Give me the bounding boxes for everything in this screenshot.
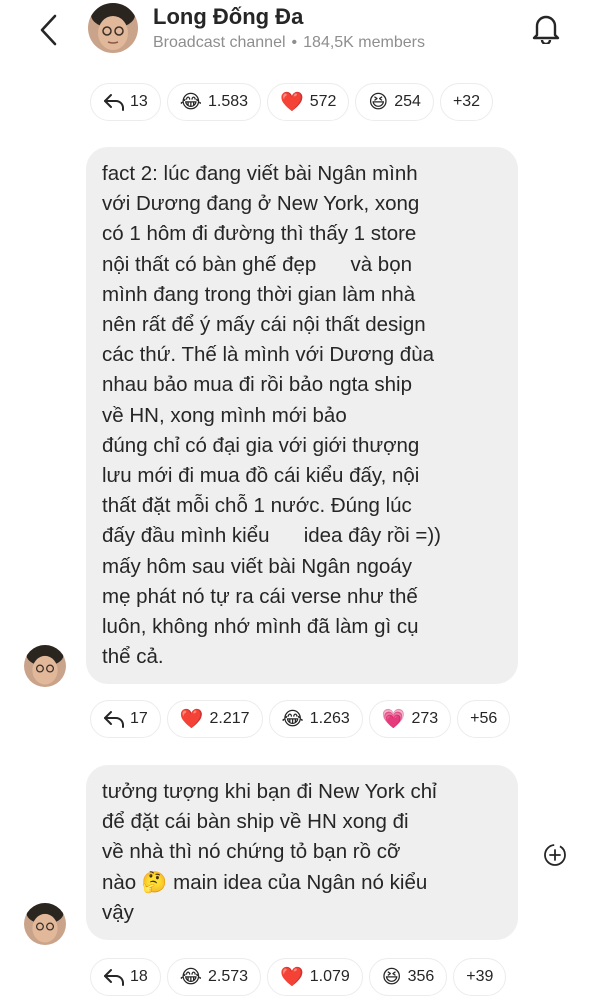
message-bubble[interactable]: tưởng tượng khi bạn đi New York chỉ để đ… [86, 765, 518, 941]
laughing-tears-icon: 😂 [179, 91, 202, 113]
channel-name[interactable]: Long Đống Đa [153, 4, 303, 30]
reaction-row-top: 13 😂 1.583 ❤️ 572 😆 254 +32 [90, 83, 494, 121]
sender-avatar[interactable] [24, 645, 66, 687]
reaction-pill[interactable]: ❤️ 1.079 [267, 958, 363, 996]
reaction-pill[interactable]: 😂 2.573 [166, 958, 262, 996]
reaction-pill[interactable]: 😂 1.263 [268, 700, 363, 738]
red-heart-icon: ❤️ [179, 708, 204, 730]
sender-avatar[interactable] [24, 903, 66, 945]
more-reactions-count: +39 [466, 968, 494, 985]
message-line: lưu mới đi mua đồ cái kiểu đấy, nội [102, 464, 420, 488]
message-line: thể cả. [102, 645, 164, 669]
message-line: nội thất có bàn ghế đẹp và bọn [102, 252, 413, 276]
message-line: nào 🤔 main idea của Ngân nó kiểu [102, 870, 428, 894]
reaction-pill[interactable]: 😂 1.583 [166, 83, 262, 121]
message-line: về nhà thì nó chứng tỏ bạn rồ cỡ [102, 840, 401, 864]
reaction-count: 1.583 [208, 93, 249, 110]
message-line: thất đặt mỗi chỗ 1 nước. Đúng lúc [102, 494, 412, 518]
reply-count: 17 [130, 710, 148, 727]
reaction-pill[interactable]: ❤️ 572 [267, 83, 350, 121]
reply-count-pill[interactable]: 17 [90, 700, 161, 738]
grinning-squint-icon: 😆 [368, 91, 389, 113]
channel-header: Long Đống Đa Broadcast channel • 184,5K me… [0, 0, 589, 72]
more-reactions-count: +32 [452, 93, 481, 110]
message-line: nên rất để ý mấy cái nội thất design [102, 313, 426, 337]
message-line: vậy [102, 900, 134, 924]
red-heart-icon: ❤️ [280, 966, 304, 988]
reply-arrow-icon [104, 969, 124, 986]
message-line: có 1 hôm đi đường thì thấy 1 store [102, 222, 417, 246]
more-reactions-pill[interactable]: +32 [439, 83, 494, 121]
pink-heart-icon: 💗 [381, 708, 406, 730]
message-line: về HN, xong mình mới bảo [102, 403, 347, 427]
reply-count: 18 [130, 968, 148, 985]
reaction-pill[interactable]: 😆 254 [355, 83, 434, 121]
add-reaction-button[interactable] [540, 840, 570, 870]
notifications-button[interactable] [528, 10, 564, 46]
message-line: mình đang trong thời gian làm nhà [102, 282, 416, 306]
message-line: với Dương đang ở New York, xong [102, 192, 420, 216]
reaction-row-message-2: 18 😂 2.573 ❤️ 1.079 😆 356 +39 [90, 958, 507, 996]
reaction-count: 1.263 [309, 710, 350, 727]
channel-avatar[interactable] [88, 3, 138, 53]
meta-separator: • [291, 34, 298, 51]
reaction-count: 1.079 [309, 968, 350, 985]
message-line: mẹ phát nó tự ra cái verse như thế [102, 584, 418, 608]
back-button[interactable] [30, 10, 66, 50]
reaction-pill[interactable]: 😆 356 [368, 958, 448, 996]
reaction-count: 2.573 [208, 968, 249, 985]
reaction-count: 356 [407, 968, 435, 985]
red-heart-icon: ❤️ [280, 91, 304, 113]
more-reactions-pill[interactable]: +39 [453, 958, 507, 996]
message-line: nhau bảo mua đi rồi bảo ngta ship [102, 373, 413, 397]
more-reactions-pill[interactable]: +56 [457, 700, 511, 738]
message-line: để đặt cái bàn ship về HN xong đi [102, 810, 409, 834]
message-line: tưởng tượng khi bạn đi New York chỉ [102, 780, 437, 803]
reaction-pill[interactable]: ❤️ 2.217 [166, 700, 263, 738]
message-line: fact 2: lúc đang viết bài Ngân mình [102, 162, 418, 185]
message-line: các thứ. Thế là mình với Dương đùa [102, 343, 434, 367]
add-reaction-icon [544, 844, 566, 866]
message-bubble[interactable]: fact 2: lúc đang viết bài Ngân mình với … [86, 147, 518, 685]
reaction-count: 254 [394, 93, 421, 110]
more-reactions-count: +56 [470, 710, 498, 727]
message-line: đấy đầu mình kiểu idea đây rồi =)) [102, 524, 442, 548]
channel-type: Broadcast channel [153, 34, 286, 51]
laughing-tears-icon: 😂 [281, 708, 304, 730]
reply-count-pill[interactable]: 13 [90, 83, 161, 121]
message-line: mấy hôm sau viết bài Ngân ngoáy [102, 554, 412, 578]
bell-icon [532, 15, 560, 44]
grinning-squint-icon: 😆 [381, 966, 402, 988]
message-line: luôn, không nhớ mình đã làm gì cụ [102, 615, 419, 639]
reaction-count: 273 [411, 710, 439, 727]
reply-arrow-icon [104, 711, 124, 728]
reaction-count: 2.217 [209, 710, 250, 727]
chevron-left-icon [40, 14, 57, 46]
reaction-pill[interactable]: 💗 273 [368, 700, 452, 738]
laughing-tears-icon: 😂 [179, 966, 202, 988]
message-line: đúng chỉ có đại gia với giới thượng [102, 433, 420, 457]
reply-count-pill[interactable]: 18 [90, 958, 161, 996]
reply-arrow-icon [104, 94, 124, 111]
channel-meta: Broadcast channel • 184,5K members [153, 34, 425, 52]
reaction-count: 572 [309, 93, 337, 110]
reply-count: 13 [130, 93, 148, 110]
member-count: 184,5K members [303, 34, 425, 51]
reaction-row-message-1: 17 ❤️ 2.217 😂 1.263 💗 273 +56 [90, 700, 511, 738]
